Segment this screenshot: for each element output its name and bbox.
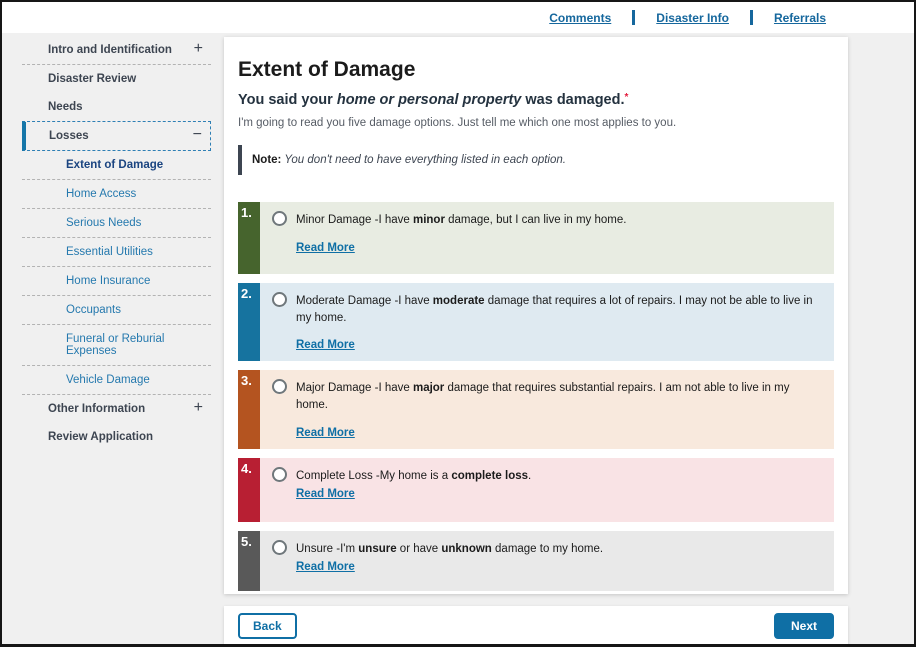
app-window: Comments Disaster Info Referrals Intro a… xyxy=(0,0,916,647)
option-radio[interactable] xyxy=(272,540,287,555)
question-italic: home or personal property xyxy=(337,92,522,108)
sidebar-item-home-insurance[interactable]: Home Insurance xyxy=(22,267,211,296)
damage-option-row-4: 4. Complete Loss -My home is a complete … xyxy=(238,458,834,522)
back-button[interactable]: Back xyxy=(238,613,297,639)
read-more-link[interactable]: Read More xyxy=(296,339,355,351)
helper-text: I'm going to read you five damage option… xyxy=(238,117,834,129)
comments-link[interactable]: Comments xyxy=(549,11,611,25)
read-more-link[interactable]: Read More xyxy=(296,242,355,254)
sidebar-item-review-application[interactable]: Review Application xyxy=(22,423,211,451)
read-more-link[interactable]: Read More xyxy=(296,488,355,500)
read-more-link[interactable]: Read More xyxy=(296,561,355,573)
expand-plus-icon[interactable]: + xyxy=(194,40,203,58)
top-bar: Comments Disaster Info Referrals xyxy=(2,2,914,33)
next-button[interactable]: Next xyxy=(774,613,834,639)
option-radio[interactable] xyxy=(272,292,287,307)
option-radio[interactable] xyxy=(272,379,287,394)
main-content-card: Extent of Damage You said your home or p… xyxy=(224,37,848,594)
sidebar-item-other-information[interactable]: Other Information + xyxy=(22,395,211,423)
link-separator xyxy=(750,10,753,25)
option-number-strip: 1. xyxy=(238,202,260,274)
note-label: Note: xyxy=(252,154,281,166)
option-label: Minor Damage -I have minor damage, but I… xyxy=(296,211,626,229)
damage-option-row-1: 1. Minor Damage -I have minor damage, bu… xyxy=(238,202,834,274)
option-radio[interactable] xyxy=(272,211,287,226)
option-label: Complete Loss -My home is a complete los… xyxy=(296,467,531,485)
disaster-info-link[interactable]: Disaster Info xyxy=(656,11,729,25)
read-more-link[interactable]: Read More xyxy=(296,427,355,439)
sidebar-item-label: Disaster Review xyxy=(48,73,136,85)
sidebar-item-intro-and-identification[interactable]: Intro and Identification + xyxy=(22,36,211,65)
sidebar-item-label: Review Application xyxy=(48,431,153,443)
question-suffix: was damaged. xyxy=(521,92,624,108)
link-separator xyxy=(632,10,635,25)
option-number-strip: 2. xyxy=(238,283,260,361)
sidebar-item-label: Intro and Identification xyxy=(48,44,172,56)
question-text: You said your home or personal property … xyxy=(238,92,834,108)
sidebar-item-losses[interactable]: Losses − xyxy=(22,121,211,151)
note-box: Note: You don't need to have everything … xyxy=(238,145,834,175)
footer-bar: Back Next xyxy=(224,606,848,646)
damage-option-row-2: 2. Moderate Damage -I have moderate dama… xyxy=(238,283,834,361)
expand-plus-icon[interactable]: + xyxy=(194,399,203,417)
damage-option-row-3: 3. Major Damage -I have major damage tha… xyxy=(238,370,834,448)
page-title: Extent of Damage xyxy=(238,58,834,82)
option-number-strip: 4. xyxy=(238,458,260,522)
option-radio[interactable] xyxy=(272,467,287,482)
sidebar-item-extent-of-damage[interactable]: Extent of Damage xyxy=(22,151,211,180)
sidebar-item-essential-utilities[interactable]: Essential Utilities xyxy=(22,238,211,267)
sidebar-item-funeral-or-reburial-expenses[interactable]: Funeral or Reburial Expenses xyxy=(22,325,211,366)
sidebar-item-disaster-review[interactable]: Disaster Review xyxy=(22,65,211,93)
collapse-minus-icon[interactable]: − xyxy=(193,126,202,144)
question-prefix: You said your xyxy=(238,92,337,108)
sidebar-item-label: Losses xyxy=(49,130,89,142)
option-label: Moderate Damage -I have moderate damage … xyxy=(296,292,824,326)
sidebar-item-occupants[interactable]: Occupants xyxy=(22,296,211,325)
option-label: Unsure -I'm unsure or have unknown damag… xyxy=(296,540,603,558)
sidebar-nav: Intro and Identification + Disaster Revi… xyxy=(22,36,211,451)
referrals-link[interactable]: Referrals xyxy=(774,11,826,25)
sidebar-item-needs[interactable]: Needs xyxy=(22,93,211,121)
option-number-strip: 5. xyxy=(238,531,260,591)
sidebar-item-label: Needs xyxy=(48,101,83,113)
sidebar-item-serious-needs[interactable]: Serious Needs xyxy=(22,209,211,238)
option-label: Major Damage -I have major damage that r… xyxy=(296,379,824,413)
sidebar-item-vehicle-damage[interactable]: Vehicle Damage xyxy=(22,366,211,395)
required-asterisk: * xyxy=(625,92,629,103)
note-text: You don't need to have everything listed… xyxy=(281,154,566,166)
sidebar-item-label: Other Information xyxy=(48,403,145,415)
sidebar-item-home-access[interactable]: Home Access xyxy=(22,180,211,209)
option-number-strip: 3. xyxy=(238,370,260,448)
damage-option-row-5: 5. Unsure -I'm unsure or have unknown da… xyxy=(238,531,834,591)
